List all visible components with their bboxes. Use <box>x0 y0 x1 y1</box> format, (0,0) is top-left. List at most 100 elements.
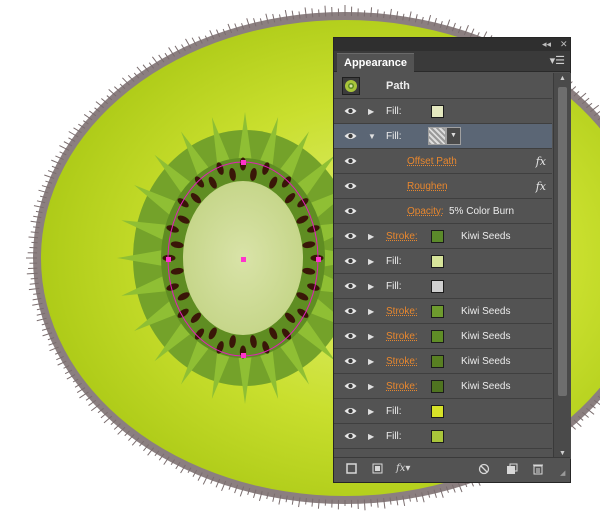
appearance-attribute-value: Kiwi Seeds <box>461 306 511 317</box>
duplicate-item-icon[interactable] <box>506 463 518 479</box>
appearance-row[interactable]: ▶ Fill: <box>334 249 552 274</box>
appearance-row[interactable]: ▶ Stroke: Kiwi Seeds <box>334 324 552 349</box>
appearance-row[interactable]: Offset Path fx <box>334 149 552 174</box>
stroke-swatch[interactable] <box>431 305 444 318</box>
disclosure-triangle-icon[interactable]: ▶ <box>368 107 374 116</box>
appearance-attribute-label: Fill: <box>386 431 402 442</box>
appearance-attribute-label[interactable]: Stroke: <box>386 224 418 249</box>
swatch-dropdown-icon[interactable]: ▼ <box>446 127 461 145</box>
visibility-eye-icon[interactable] <box>344 256 357 266</box>
stroke-swatch[interactable] <box>431 230 444 243</box>
disclosure-triangle-icon[interactable]: ▶ <box>368 307 374 316</box>
appearance-row[interactable]: Roughen fx <box>334 174 552 199</box>
visibility-eye-icon[interactable] <box>344 106 357 116</box>
visibility-eye-icon[interactable] <box>344 206 357 216</box>
appearance-row[interactable]: ▶ Fill: <box>334 399 552 424</box>
visibility-eye-icon[interactable] <box>344 231 357 241</box>
delete-icon[interactable] <box>532 463 544 479</box>
panel-title-strip[interactable]: ◂◂ ✕ <box>334 38 570 51</box>
visibility-eye-icon[interactable] <box>344 356 357 366</box>
visibility-eye-icon[interactable] <box>344 281 357 291</box>
appearance-attribute-label[interactable]: Stroke: <box>386 299 418 324</box>
effect-fx-icon[interactable]: fx <box>536 174 546 199</box>
disclosure-triangle-icon[interactable]: ▶ <box>368 357 374 366</box>
disclosure-triangle-icon[interactable]: ▶ <box>368 382 374 391</box>
effect-fx-icon[interactable]: fx <box>536 149 546 174</box>
visibility-eye-icon[interactable] <box>344 181 357 191</box>
appearance-panel: ◂◂ ✕ Appearance ▾☰ Path ▶ Fill: ▼ Fill: ▼ Off… <box>333 37 571 483</box>
stroke-swatch[interactable] <box>431 380 444 393</box>
fx-label: fx <box>396 463 406 474</box>
fill-swatch[interactable] <box>431 255 444 268</box>
disclosure-triangle-icon[interactable]: ▶ <box>368 432 374 441</box>
page-title: Path <box>386 80 410 92</box>
appearance-attribute-value: Kiwi Seeds <box>461 231 511 242</box>
anchor-point-bottom[interactable] <box>241 353 246 358</box>
double-chevron-icon[interactable]: ◂◂ <box>542 38 551 51</box>
anchor-point-top[interactable] <box>241 160 246 165</box>
appearance-attribute-label: Fill: <box>386 106 402 117</box>
appearance-attribute-label[interactable]: Stroke: <box>386 374 418 399</box>
new-fill-icon[interactable] <box>372 463 383 478</box>
appearance-row[interactable]: ▶ Fill: <box>334 424 552 449</box>
close-icon[interactable]: ✕ <box>560 38 568 51</box>
new-stroke-icon[interactable] <box>346 463 357 478</box>
visibility-eye-icon[interactable] <box>344 331 357 341</box>
disclosure-triangle-icon[interactable]: ▶ <box>368 407 374 416</box>
visibility-eye-icon[interactable] <box>344 406 357 416</box>
appearance-row[interactable]: ▶ Stroke: Kiwi Seeds <box>334 299 552 324</box>
appearance-rows: Path ▶ Fill: ▼ Fill: ▼ Offset Path fx Roughen fx… <box>334 73 552 449</box>
tab-appearance[interactable]: Appearance <box>337 53 414 72</box>
visibility-eye-icon[interactable] <box>344 156 357 166</box>
fill-swatch[interactable] <box>428 127 446 145</box>
appearance-header-row[interactable]: Path <box>334 73 552 99</box>
fill-swatch[interactable] <box>431 280 444 293</box>
scroll-thumb[interactable] <box>558 87 567 396</box>
appearance-attribute-label: Fill: <box>386 131 402 142</box>
stroke-swatch[interactable] <box>431 355 444 368</box>
scroll-up-icon[interactable]: ▲ <box>554 75 571 82</box>
disclosure-triangle-icon[interactable]: ▶ <box>368 282 374 291</box>
disclosure-triangle-icon[interactable]: ▶ <box>368 332 374 341</box>
panel-bottom-toolbar: fx▾ ◢ <box>334 457 570 482</box>
appearance-row[interactable]: ▼ Fill: ▼ <box>334 124 552 149</box>
appearance-attribute-value: Kiwi Seeds <box>461 381 511 392</box>
disclosure-triangle-icon[interactable]: ▶ <box>368 232 374 241</box>
resize-grip-icon[interactable]: ◢ <box>560 468 565 480</box>
visibility-eye-icon[interactable] <box>344 131 357 141</box>
visibility-eye-icon[interactable] <box>344 431 357 441</box>
visibility-eye-icon[interactable] <box>344 381 357 391</box>
panel-tab-bar: Appearance ▾☰ <box>334 51 570 72</box>
appearance-row[interactable]: ▶ Fill: <box>334 274 552 299</box>
path-thumbnail <box>342 77 360 95</box>
appearance-attribute-label: Fill: <box>386 281 402 292</box>
fill-swatch[interactable] <box>431 405 444 418</box>
fill-swatch[interactable] <box>431 430 444 443</box>
panel-scrollbar[interactable]: ▲ ▼ <box>553 73 571 459</box>
clear-appearance-icon[interactable] <box>478 463 490 479</box>
appearance-row[interactable]: Opacity: 5% Color Burn <box>334 199 552 224</box>
appearance-attribute-label: Fill: <box>386 406 402 417</box>
visibility-eye-icon[interactable] <box>344 306 357 316</box>
appearance-row[interactable]: ▶ Stroke: Kiwi Seeds <box>334 374 552 399</box>
appearance-row[interactable]: ▶ Stroke: Kiwi Seeds <box>334 349 552 374</box>
anchor-point-right[interactable] <box>316 257 321 262</box>
anchor-point-left[interactable] <box>166 257 171 262</box>
appearance-attribute-label[interactable]: Offset Path <box>407 149 457 174</box>
scroll-down-icon[interactable]: ▼ <box>554 450 571 457</box>
appearance-attribute-label[interactable]: Opacity: <box>407 199 444 224</box>
disclosure-triangle-icon[interactable]: ▶ <box>368 257 374 266</box>
fill-swatch[interactable] <box>431 105 444 118</box>
appearance-attribute-label[interactable]: Stroke: <box>386 324 418 349</box>
appearance-attribute-label: Fill: <box>386 256 402 267</box>
panel-menu-icon[interactable]: ▾☰ <box>550 54 565 68</box>
appearance-row[interactable]: ▶ Fill: <box>334 99 552 124</box>
appearance-attribute-label[interactable]: Stroke: <box>386 349 418 374</box>
appearance-attribute-label[interactable]: Roughen <box>407 174 448 199</box>
path-center-point[interactable] <box>241 257 246 262</box>
stroke-swatch[interactable] <box>431 330 444 343</box>
appearance-row[interactable]: ▶ Stroke: Kiwi Seeds <box>334 224 552 249</box>
appearance-attribute-value: Kiwi Seeds <box>461 331 511 342</box>
disclosure-triangle-open-icon[interactable]: ▼ <box>368 132 376 141</box>
fx-icon[interactable]: fx▾ <box>396 463 410 475</box>
